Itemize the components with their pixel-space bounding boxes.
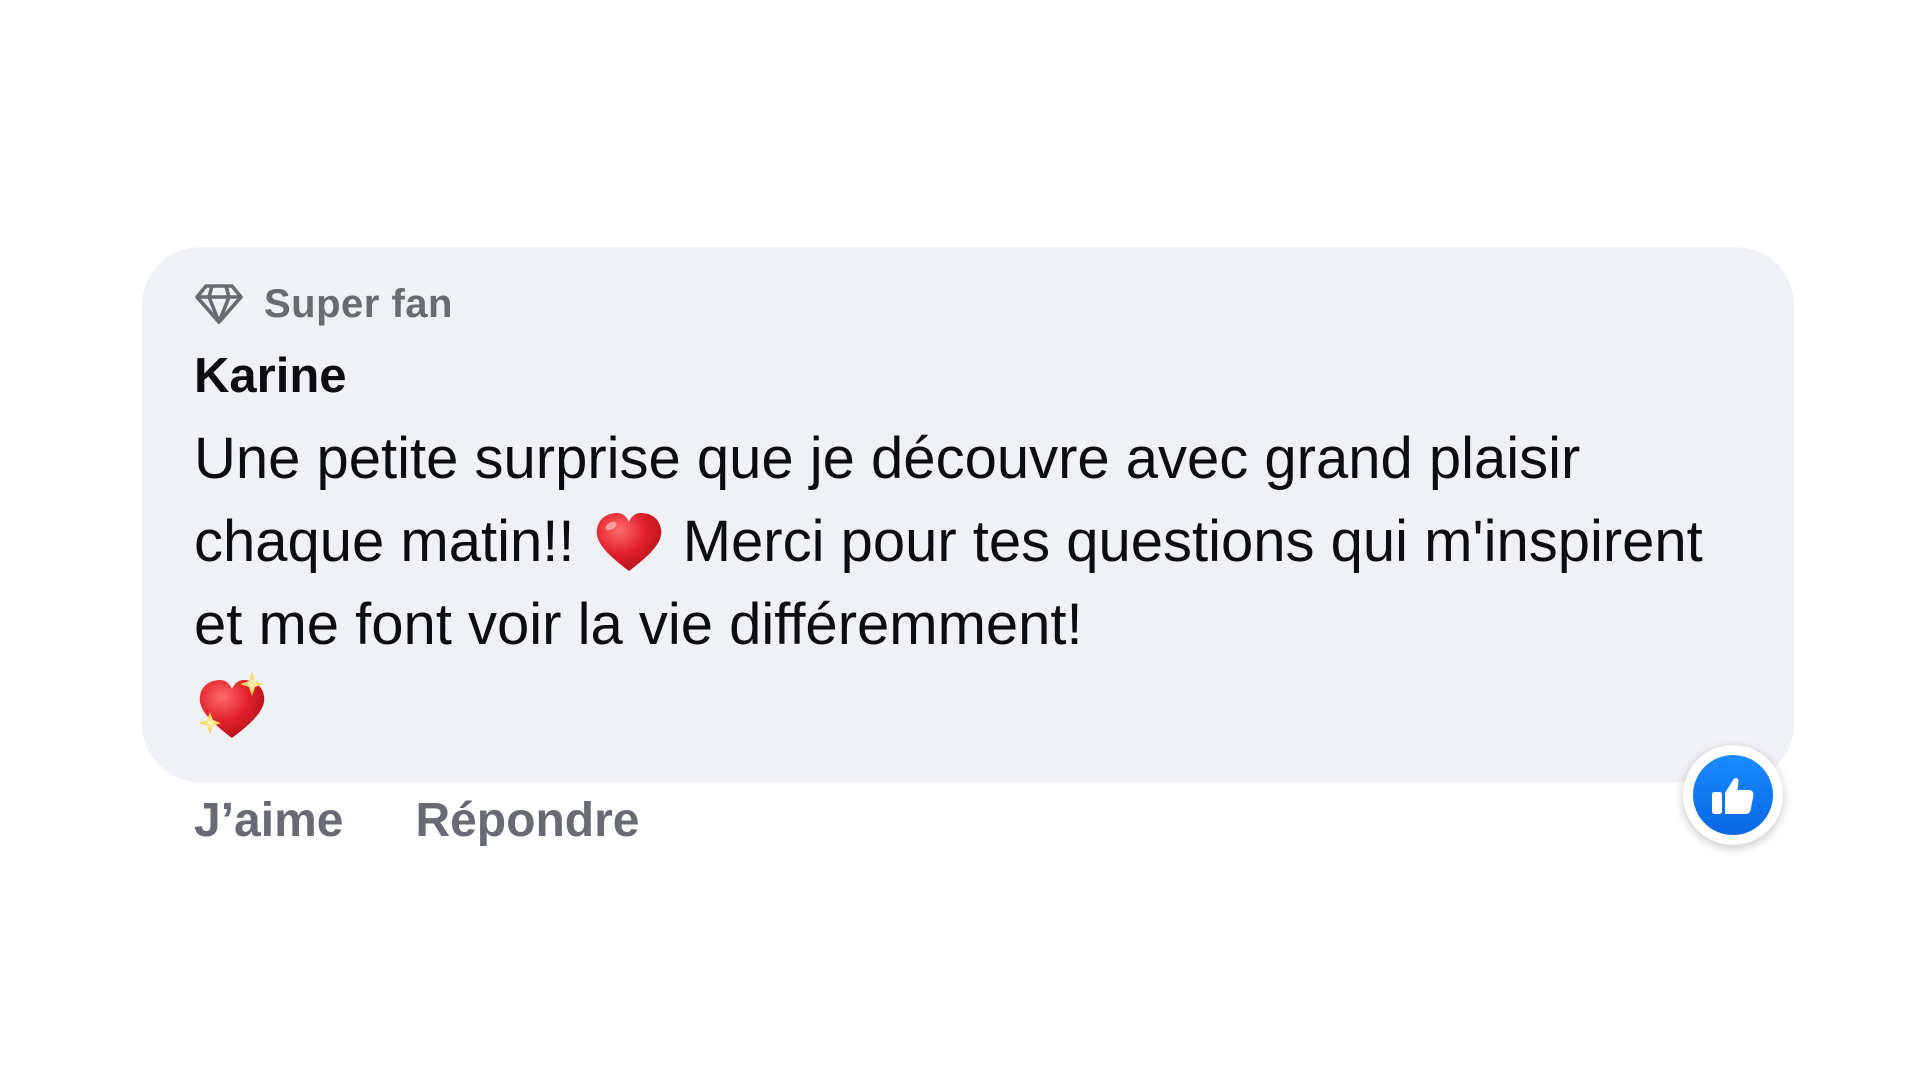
reply-button[interactable]: Répondre bbox=[415, 793, 639, 848]
comment-bubble: Super fan Karine Une petite surprise que… bbox=[142, 247, 1794, 782]
red-heart-emoji bbox=[596, 513, 661, 571]
like-button[interactable]: J’aime bbox=[194, 793, 343, 848]
like-reaction-badge[interactable] bbox=[1683, 745, 1783, 845]
thumbs-up-icon bbox=[1693, 755, 1773, 835]
comment-actions: J’aime Répondre bbox=[194, 790, 711, 850]
comment-text: Une petite surprise que je découvre avec… bbox=[194, 417, 1754, 742]
badge-label: Super fan bbox=[264, 281, 453, 326]
sparkling-heart-emoji bbox=[199, 672, 265, 738]
comment-author[interactable]: Karine bbox=[194, 347, 1742, 405]
diamond-icon bbox=[194, 281, 248, 327]
super-fan-badge: Super fan bbox=[194, 281, 1742, 327]
